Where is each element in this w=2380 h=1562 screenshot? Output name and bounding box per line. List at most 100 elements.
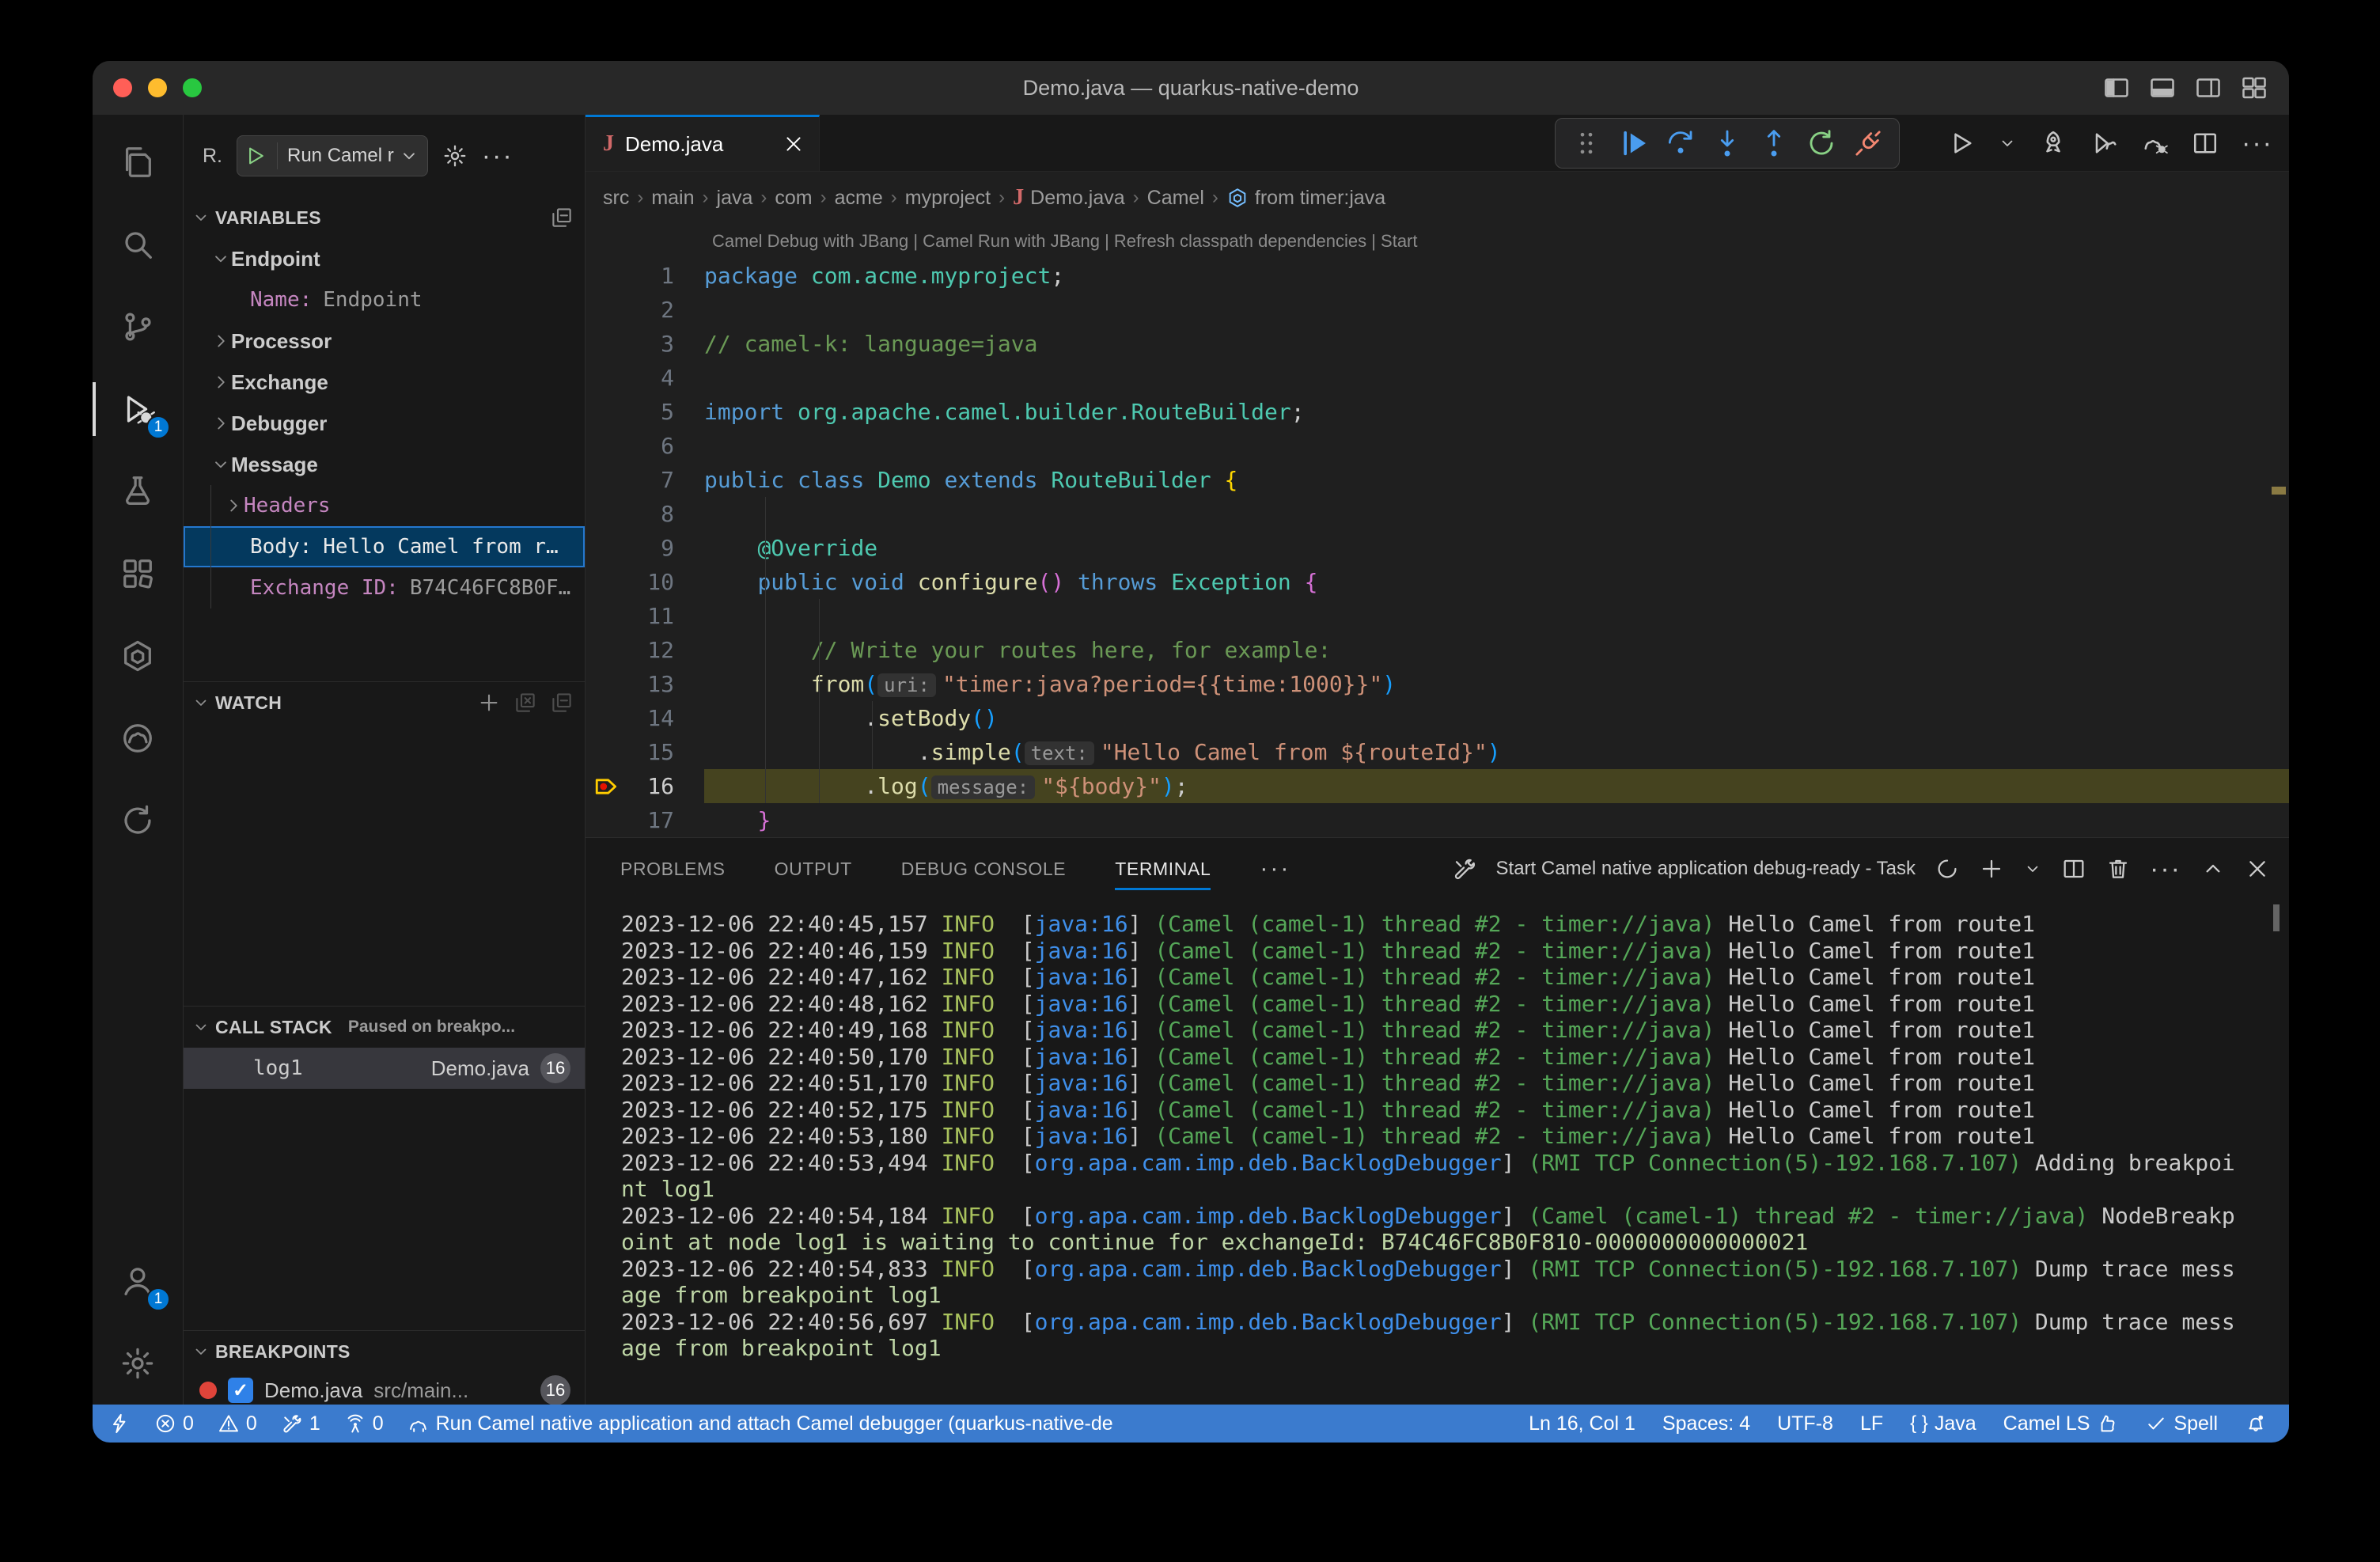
chevron-down-sm-icon[interactable]	[2023, 859, 2042, 878]
statusbar-item[interactable]: 0	[218, 1412, 257, 1435]
code-line[interactable]: 11	[586, 599, 2289, 633]
statusbar-item[interactable]: Ln 16, Col 1	[1529, 1412, 1635, 1435]
statusbar-item[interactable]: Camel LS	[2003, 1412, 2119, 1435]
chevron-down-sm-icon[interactable]	[1998, 134, 2017, 153]
line-number[interactable]: 13	[586, 667, 704, 701]
watch-header[interactable]: WATCH	[184, 682, 585, 723]
line-number[interactable]: 6	[586, 429, 704, 463]
code-line[interactable]: 16 .log(message:"${body}");	[586, 769, 2289, 803]
panel-tab-problems[interactable]: PROBLEMS	[620, 838, 726, 900]
more-actions-button[interactable]: ···	[482, 148, 514, 164]
breadcrumb-item[interactable]: java	[717, 187, 753, 210]
gear-icon[interactable]	[442, 143, 468, 169]
statusbar-item[interactable]: UTF-8	[1777, 1412, 1833, 1435]
code-line[interactable]: 2	[586, 293, 2289, 327]
call-stack-header[interactable]: CALL STACKPaused on breakpo...	[184, 1007, 585, 1048]
line-number[interactable]: 2	[586, 293, 704, 327]
continue-icon[interactable]	[1618, 127, 1650, 159]
terminal-output[interactable]: 2023-12-06 22:40:45,157 INFO [java:16] (…	[586, 900, 2289, 1405]
line-number[interactable]: 10	[586, 565, 704, 599]
breadcrumb-item[interactable]: myproject	[905, 187, 991, 210]
variable-row[interactable]: Processor	[184, 320, 585, 362]
trash-icon[interactable]	[2105, 856, 2131, 881]
code-line[interactable]: 3// camel-k: language=java	[586, 327, 2289, 361]
plus-icon[interactable]	[477, 691, 501, 715]
more-editor-actions-button[interactable]: ···	[2242, 135, 2273, 151]
run-icon[interactable]	[1947, 129, 1976, 157]
panel-tabs-overflow-button[interactable]: ···	[1260, 855, 1290, 882]
breadcrumb-item[interactable]: Camel	[1147, 187, 1204, 210]
variable-row[interactable]: Endpoint	[184, 238, 585, 279]
line-number[interactable]: 17	[586, 803, 704, 837]
code-line[interactable]: 15 .simple(text:"Hello Camel from ${rout…	[586, 735, 2289, 769]
stack-frame-row[interactable]: log1Demo.java16	[184, 1048, 585, 1089]
collapse-all-icon[interactable]	[550, 206, 574, 229]
code-line[interactable]: 13 from(uri:"timer:java?period={{time:10…	[586, 667, 2289, 701]
close-icon[interactable]	[783, 133, 805, 155]
launch-config-dropdown[interactable]: Run Camel r	[237, 135, 428, 176]
statusbar-item[interactable]: Spaces: 4	[1662, 1412, 1750, 1435]
close-window-button[interactable]	[113, 78, 132, 97]
line-number[interactable]: 14	[586, 701, 704, 735]
terminal-task-label[interactable]: Start Camel native application debug-rea…	[1496, 858, 1916, 880]
activity-item-camel[interactable]	[93, 697, 183, 779]
code-line[interactable]: 6	[586, 429, 2289, 463]
activity-item-beaker[interactable]	[93, 450, 183, 533]
breakpoint-row[interactable]: ✓Demo.javasrc/main...16	[184, 1372, 585, 1405]
line-number[interactable]: 15	[586, 735, 704, 769]
activity-item-quarkus[interactable]	[93, 615, 183, 697]
spinner-icon[interactable]	[1935, 856, 1960, 881]
terminal-scrollbar-thumb[interactable]	[2273, 904, 2280, 931]
breadcrumb-item[interactable]: JDemo.java	[1013, 185, 1125, 210]
layout-panel-icon[interactable]	[2148, 74, 2177, 102]
variable-row[interactable]: Exchange	[184, 362, 585, 403]
variable-row[interactable]: Exchange ID:B74C46FC8B0F…	[184, 567, 585, 608]
split-icon[interactable]	[2191, 129, 2219, 157]
breadcrumb-item[interactable]: com	[775, 187, 812, 210]
line-number[interactable]: 1	[586, 259, 704, 293]
close-all-icon[interactable]	[514, 691, 537, 715]
statusbar-item[interactable]: { }Java	[1910, 1412, 1976, 1435]
activity-item-extensions[interactable]	[93, 533, 183, 615]
step-over-icon[interactable]	[1665, 127, 1696, 159]
activity-item-source-control[interactable]	[93, 286, 183, 368]
code-editor[interactable]: Camel Debug with JBang | Camel Run with …	[586, 224, 2289, 837]
statusbar-item[interactable]: 0	[344, 1412, 384, 1435]
layout-sidebar-icon[interactable]	[2102, 74, 2131, 102]
panel-more-actions-button[interactable]: ···	[2150, 861, 2181, 877]
breadcrumb-item[interactable]: acme	[835, 187, 883, 210]
code-line[interactable]: 9 @Override	[586, 531, 2289, 565]
step-into-icon[interactable]	[1711, 127, 1743, 159]
camel-debug-icon[interactable]	[2140, 129, 2169, 157]
line-number[interactable]: 16	[586, 769, 704, 803]
breadcrumb-item[interactable]: from timer:java	[1226, 187, 1385, 210]
variable-row[interactable]: Headers	[184, 485, 585, 526]
line-number[interactable]: 4	[586, 361, 704, 395]
codelens-actions[interactable]: Camel Debug with JBang | Camel Run with …	[586, 224, 2289, 259]
code-line[interactable]: 14 .setBody()	[586, 701, 2289, 735]
plus-icon[interactable]	[1979, 856, 2004, 881]
code-line[interactable]: 5import org.apache.camel.builder.RouteBu…	[586, 395, 2289, 429]
line-number[interactable]: 3	[586, 327, 704, 361]
line-number[interactable]: 11	[586, 599, 704, 633]
statusbar-item[interactable]: 0	[154, 1412, 194, 1435]
step-out-icon[interactable]	[1758, 127, 1790, 159]
variable-row[interactable]: Name:Endpoint	[184, 279, 585, 320]
activity-item-settings-gear[interactable]	[93, 1322, 183, 1405]
activity-item-account[interactable]: 1	[93, 1240, 183, 1322]
close-icon[interactable]	[2245, 856, 2270, 881]
variable-row[interactable]: Body:Hello Camel from r…	[184, 526, 585, 567]
variable-row[interactable]: Debugger	[184, 403, 585, 444]
breadcrumb-item[interactable]: src	[603, 187, 629, 210]
split-icon[interactable]	[2061, 856, 2086, 881]
line-number[interactable]: 7	[586, 463, 704, 497]
panel-tab-terminal[interactable]: TERMINAL	[1115, 838, 1211, 900]
panel-tab-debug-console[interactable]: DEBUG CONSOLE	[901, 838, 1066, 900]
code-line[interactable]: 4	[586, 361, 2289, 395]
code-line[interactable]: 12 // Write your routes here, for exampl…	[586, 633, 2289, 667]
play-green-icon[interactable]	[244, 144, 267, 168]
disconnect-icon[interactable]	[1852, 127, 1884, 159]
code-line[interactable]: 10 public void configure() throws Except…	[586, 565, 2289, 599]
activity-item-search[interactable]	[93, 203, 183, 286]
statusbar-item[interactable]: Spell	[2145, 1412, 2218, 1435]
